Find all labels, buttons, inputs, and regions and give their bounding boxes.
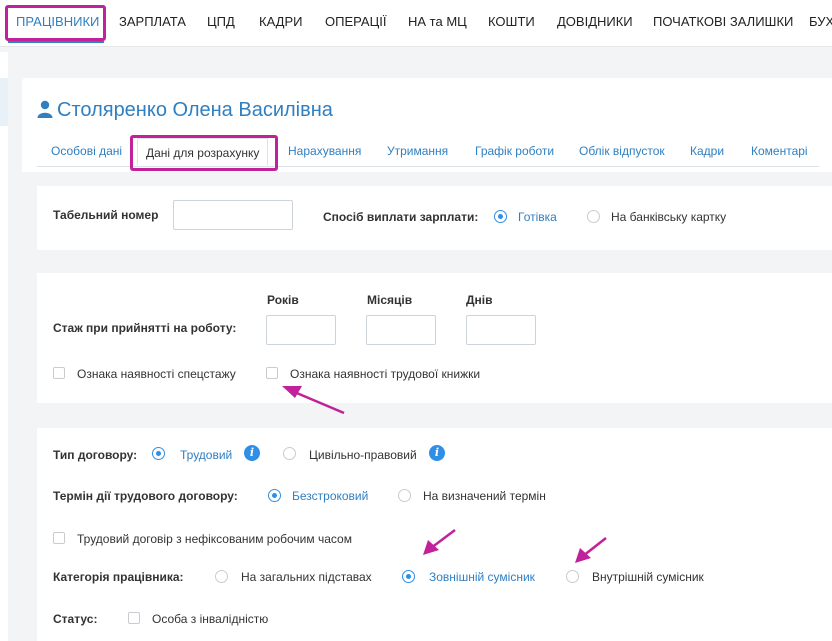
tab-number-input[interactable]	[173, 200, 293, 230]
category-general-label[interactable]: На загальних підставах	[241, 570, 372, 584]
payment-cash-label[interactable]: Готівка	[518, 210, 557, 224]
days-input[interactable]	[466, 315, 536, 345]
contract-term-label: Термін дії трудового договору:	[53, 489, 238, 503]
contract-type-label: Тип договору:	[53, 448, 138, 462]
unfixed-hours-checkbox[interactable]	[53, 532, 65, 544]
nav-item-employees[interactable]: ПРАЦІВНИКИ	[16, 0, 99, 44]
work-book-checkbox[interactable]	[266, 367, 278, 379]
contract-civil-radio[interactable]	[283, 447, 296, 460]
term-indefinite-radio[interactable]	[268, 489, 281, 502]
contract-labor-info-icon[interactable]: i	[244, 445, 260, 461]
nav-item-operations[interactable]: ОПЕРАЦІЇ	[325, 0, 386, 44]
years-input[interactable]	[266, 315, 336, 345]
term-indefinite-label[interactable]: Безстроковий	[292, 489, 368, 503]
tab-deductions[interactable]: Утримання	[387, 138, 448, 165]
payment-cash-radio[interactable]	[494, 210, 507, 223]
payment-method-label: Спосіб виплати зарплати:	[323, 210, 479, 224]
category-external-radio[interactable]	[402, 570, 415, 583]
tab-calculation-data[interactable]: Дані для розрахунку	[137, 138, 269, 166]
payment-card-radio[interactable]	[587, 210, 600, 223]
years-label: Років	[267, 293, 299, 307]
contract-labor-label[interactable]: Трудовий	[180, 448, 232, 462]
category-label: Категорія працівника:	[53, 570, 184, 584]
contract-civil-info-icon[interactable]: i	[429, 445, 445, 461]
category-general-radio[interactable]	[215, 570, 228, 583]
nav-item-opening-balances[interactable]: ПОЧАТКОВІ ЗАЛИШКИ	[653, 0, 793, 44]
top-navigation: ПРАЦІВНИКИ ЗАРПЛАТА ЦПД КАДРИ ОПЕРАЦІЇ Н…	[0, 0, 832, 47]
employee-tabs: Особові дані Дані для розрахунку Нарахув…	[37, 138, 819, 167]
sidebar-active-marker	[0, 78, 8, 126]
days-label: Днів	[466, 293, 493, 307]
left-sidebar	[0, 52, 8, 641]
months-input[interactable]	[366, 315, 436, 345]
payment-card-label[interactable]: На банківську картку	[611, 210, 726, 224]
tab-number-label: Табельний номер	[53, 208, 159, 222]
contract-civil-label[interactable]: Цивільно-правовий	[309, 448, 417, 462]
category-internal-radio[interactable]	[566, 570, 579, 583]
tab-work-schedule[interactable]: Графік роботи	[475, 138, 554, 165]
seniority-label: Стаж при прийнятті на роботу:	[53, 321, 237, 335]
category-external-label[interactable]: Зовнішній сумісник	[429, 570, 535, 584]
months-label: Місяців	[367, 293, 413, 307]
nav-item-assets[interactable]: НА та МЦ	[408, 0, 467, 44]
nav-item-funds[interactable]: КОШТИ	[488, 0, 535, 44]
nav-item-salary[interactable]: ЗАРПЛАТА	[119, 0, 186, 44]
status-label: Статус:	[53, 612, 98, 626]
nav-item-hr[interactable]: КАДРИ	[259, 0, 303, 44]
employee-header: Столяренко Олена Василівна	[37, 95, 333, 125]
user-icon	[37, 97, 53, 127]
special-seniority-label[interactable]: Ознака наявності спецстажу	[77, 367, 236, 381]
unfixed-hours-label[interactable]: Трудовий договір з нефіксованим робочим …	[77, 532, 352, 546]
nav-active-underline	[8, 41, 104, 43]
special-seniority-checkbox[interactable]	[53, 367, 65, 379]
nav-item-accounting[interactable]: БУХ	[809, 0, 832, 44]
nav-item-cpd[interactable]: ЦПД	[207, 0, 235, 44]
category-internal-label[interactable]: Внутрішній сумісник	[592, 570, 704, 584]
employee-name: Столяренко Олена Василівна	[57, 99, 333, 121]
disability-label[interactable]: Особа з інвалідністю	[152, 612, 268, 626]
work-book-label[interactable]: Ознака наявності трудової книжки	[290, 367, 480, 381]
tab-hr[interactable]: Кадри	[690, 138, 724, 165]
tab-accruals[interactable]: Нарахування	[288, 138, 361, 165]
nav-item-directories[interactable]: ДОВІДНИКИ	[557, 0, 633, 44]
tab-comments[interactable]: Коментарі	[751, 138, 808, 165]
tab-vacation-records[interactable]: Облік відпусток	[579, 138, 665, 165]
term-fixed-label[interactable]: На визначений термін	[423, 489, 546, 503]
term-fixed-radio[interactable]	[398, 489, 411, 502]
disability-checkbox[interactable]	[128, 612, 140, 624]
contract-labor-radio[interactable]	[152, 447, 165, 460]
tab-personal-data[interactable]: Особові дані	[51, 138, 122, 165]
